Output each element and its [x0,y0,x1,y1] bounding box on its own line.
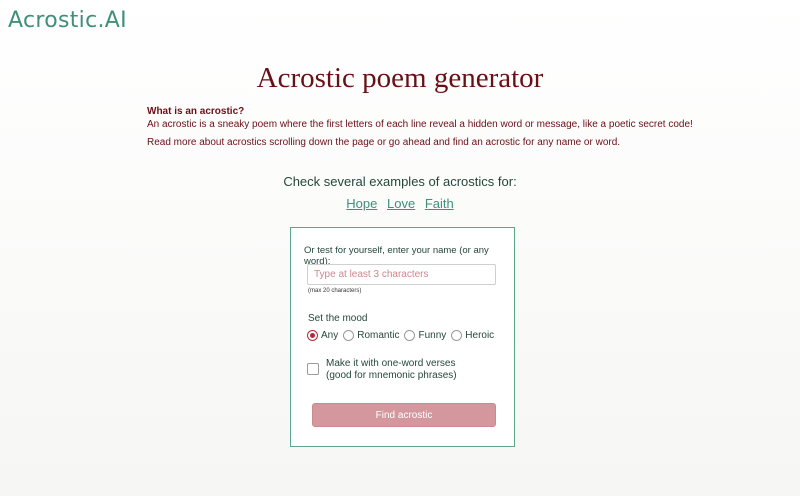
mood-label-any: Any [321,330,339,341]
examples-label: Check several examples of acrostics for: [283,174,517,189]
radio-any[interactable] [307,330,318,341]
intro-heading: What is an acrostic? [147,106,245,117]
example-link-love[interactable]: Love [387,196,415,211]
mood-label-funny: Funny [418,330,447,341]
mood-option-any[interactable]: Any [307,330,338,341]
example-link-faith[interactable]: Faith [425,196,454,211]
name-input[interactable] [307,264,496,285]
examples-links: Hope Love Faith [0,196,800,211]
checkbox-label-line1: Make it with one-word verses [326,358,456,369]
mood-option-heroic[interactable]: Heroic [451,330,494,341]
example-link-hope[interactable]: Hope [346,196,377,211]
radio-funny[interactable] [404,330,416,341]
mood-label-heroic: Heroic [465,330,495,341]
mood-option-romantic[interactable]: Romantic [343,330,399,341]
site-logo[interactable]: Acrostic.AI [8,8,127,33]
intro-read-more: Read more about acrostics scrolling down… [147,137,621,148]
mood-radio-group: Any Romantic Funny Heroic [307,330,499,341]
intro-section: What is an acrostic? An acrostic is a sn… [147,105,707,149]
radio-romantic[interactable] [343,330,355,341]
mood-label-romantic: Romantic [357,330,400,341]
acrostic-form-card: Or test for yourself, enter your name (o… [290,227,515,447]
radio-heroic[interactable] [451,330,463,341]
mood-option-funny[interactable]: Funny [404,330,446,341]
one-word-verses-checkbox[interactable] [307,363,319,375]
one-word-verses-label: Make it with one-word verses (good for m… [326,358,457,382]
mood-label: Set the mood [308,313,368,324]
intro-definition: An acrostic is a sneaky poem where the f… [147,119,693,130]
find-acrostic-button[interactable]: Find acrostic [312,403,496,427]
page-title: Acrostic poem generator [256,62,544,94]
checkbox-label-line2: (good for mnemonic phrases) [326,370,457,381]
max-characters-hint: (max 20 characters) [308,288,362,294]
one-word-verses-option[interactable]: Make it with one-word verses (good for m… [307,358,457,382]
